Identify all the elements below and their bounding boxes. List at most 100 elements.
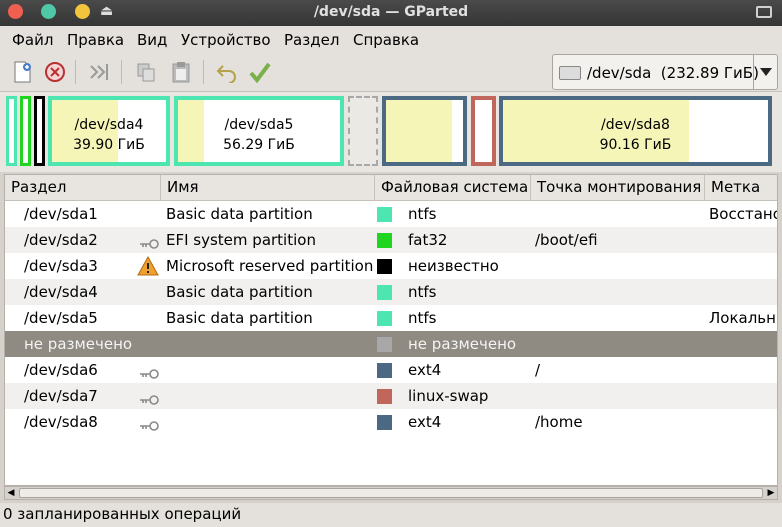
horizontal-scrollbar[interactable]: ◀ ▶	[4, 486, 778, 500]
scroll-right-icon[interactable]: ▶	[765, 487, 777, 499]
partition-block-sda2[interactable]	[20, 96, 31, 166]
key-icon	[139, 235, 159, 249]
cell-partition: /dev/sda6	[24, 361, 98, 379]
menu-device[interactable]: Устройство	[181, 31, 271, 49]
table-row[interactable]: /dev/sda3 Microsoft reserved partition неи…	[5, 253, 777, 279]
cell-name: Microsoft reserved partition	[166, 257, 374, 275]
menu-view[interactable]: Вид	[137, 31, 167, 49]
cell-label: Восстановление	[709, 205, 777, 223]
cell-partition: /dev/sda7	[24, 387, 98, 405]
partition-block-sda1[interactable]	[6, 96, 17, 166]
filesystem-color-swatch	[377, 415, 392, 430]
filesystem-color-swatch	[377, 259, 392, 274]
title-bar: ⏏ /dev/sda — GParted	[0, 0, 782, 26]
cell-mountpoint: /	[535, 361, 541, 379]
disk-icon	[559, 66, 581, 80]
column-header-label[interactable]: Метка	[705, 175, 777, 201]
filesystem-color-swatch	[377, 337, 392, 352]
partition-block-sda5[interactable]: /dev/sda5 56.29 ГиБ	[174, 96, 344, 166]
table-header: Раздел Имя Файловая система Точка монтир…	[5, 175, 777, 201]
cell-partition: /dev/sda5	[24, 309, 98, 327]
cell-label	[709, 409, 777, 435]
status-bar: 0 запланированных операций	[0, 503, 782, 527]
device-selector[interactable]: /dev/sda (232.89 ГиБ)	[552, 54, 778, 90]
cell-partition: /dev/sda3	[24, 257, 98, 275]
menu-partition[interactable]: Раздел	[284, 31, 339, 49]
undo-icon[interactable]	[215, 60, 239, 84]
paste-icon[interactable]	[169, 60, 193, 84]
cell-name: Basic data partition	[166, 283, 313, 301]
partition-table: Раздел Имя Файловая система Точка монтир…	[4, 174, 778, 486]
partition-block-sda4[interactable]: /dev/sda4 39.90 ГиБ	[48, 96, 170, 166]
partition-block-size: 90.16 ГиБ	[599, 137, 672, 153]
copy-icon[interactable]	[134, 60, 158, 84]
partition-block-sda3[interactable]	[34, 96, 45, 166]
table-row[interactable]: /dev/sda2 EFI system partition fat32/boot/…	[5, 227, 777, 253]
apply-icon[interactable]	[248, 60, 272, 84]
scroll-left-icon[interactable]: ◀	[5, 487, 17, 499]
filesystem-color-swatch	[377, 285, 392, 300]
scrollbar-thumb[interactable]	[19, 488, 763, 498]
delete-partition-icon[interactable]	[43, 60, 67, 84]
cell-filesystem: fat32	[408, 231, 448, 249]
cell-label	[709, 357, 777, 383]
key-icon	[139, 391, 159, 405]
cell-name: Basic data partition	[166, 309, 313, 327]
cell-filesystem: ntfs	[408, 205, 437, 223]
filesystem-color-swatch	[377, 389, 392, 404]
table-row[interactable]: не размечено не размечено	[5, 331, 777, 357]
table-row[interactable]: /dev/sda5 Basic data partition ntfs Локальн…	[5, 305, 777, 331]
cell-partition: /dev/sda2	[24, 231, 98, 249]
cell-partition: не размечено	[24, 335, 133, 353]
filesystem-color-swatch	[377, 363, 392, 378]
partition-block-size: 39.90 ГиБ	[73, 137, 145, 153]
partition-block-sda8[interactable]: /dev/sda8 90.16 ГиБ	[499, 96, 772, 166]
column-header-mountpoint[interactable]: Точка монтирования	[531, 175, 705, 201]
partition-block-unallocated[interactable]	[348, 96, 378, 166]
table-row[interactable]: /dev/sda1 Basic data partition ntfs Восстан…	[5, 201, 777, 227]
cell-partition: /dev/sda8	[24, 413, 98, 431]
partition-block-sda6[interactable]	[382, 96, 467, 166]
menu-help[interactable]: Справка	[353, 31, 419, 49]
device-selector-label: /dev/sda (232.89 ГиБ)	[587, 64, 759, 82]
partition-block-name: /dev/sda5	[224, 117, 294, 133]
table-row[interactable]: /dev/sda7 linux-swap	[5, 383, 777, 409]
cell-partition: /dev/sda4	[24, 283, 98, 301]
menu-file[interactable]: Файл	[12, 31, 53, 49]
cell-filesystem: linux-swap	[408, 387, 489, 405]
warning-icon	[137, 255, 159, 276]
table-row[interactable]: /dev/sda8 ext4/home	[5, 409, 777, 435]
partition-block-sda7[interactable]	[471, 96, 496, 166]
cell-label	[709, 253, 777, 279]
cell-filesystem: ntfs	[408, 283, 437, 301]
cell-mountpoint: /home	[535, 413, 583, 431]
column-header-filesystem[interactable]: Файловая система	[375, 175, 531, 201]
window-title: /dev/sda — GParted	[313, 4, 469, 20]
chevron-down-icon[interactable]	[753, 55, 777, 89]
used-space-bar	[386, 100, 453, 162]
cell-filesystem: ext4	[408, 413, 442, 431]
filesystem-color-swatch	[377, 311, 392, 326]
filesystem-color-swatch	[377, 207, 392, 222]
cell-name: EFI system partition	[166, 231, 316, 249]
resize-move-icon[interactable]	[87, 60, 111, 84]
cell-partition: /dev/sda1	[24, 205, 98, 223]
cell-label: Локальный диск	[709, 309, 777, 327]
table-row[interactable]: /dev/sda4 Basic data partition ntfs	[5, 279, 777, 305]
new-partition-icon[interactable]	[10, 60, 34, 84]
cell-filesystem: ext4	[408, 361, 442, 379]
column-header-partition[interactable]: Раздел	[5, 175, 161, 201]
column-header-name[interactable]: Имя	[161, 175, 375, 201]
partition-map: /dev/sda4 39.90 ГиБ /dev/sda5 56.29 ГиБ …	[0, 92, 782, 172]
cell-filesystem: неизвестно	[408, 257, 499, 275]
toolbar: /dev/sda (232.89 ГиБ)	[0, 52, 782, 92]
partition-block-name: /dev/sda4	[74, 117, 144, 133]
partition-block-size: 56.29 ГиБ	[223, 137, 295, 153]
restore-window-button[interactable]	[756, 6, 772, 18]
cell-mountpoint: /boot/efi	[535, 231, 598, 249]
cell-label	[709, 279, 777, 305]
table-row[interactable]: /dev/sda6 ext4 /	[5, 357, 777, 383]
filesystem-color-swatch	[377, 233, 392, 248]
cell-name: Basic data partition	[166, 205, 313, 223]
menu-edit[interactable]: Правка	[67, 31, 124, 49]
